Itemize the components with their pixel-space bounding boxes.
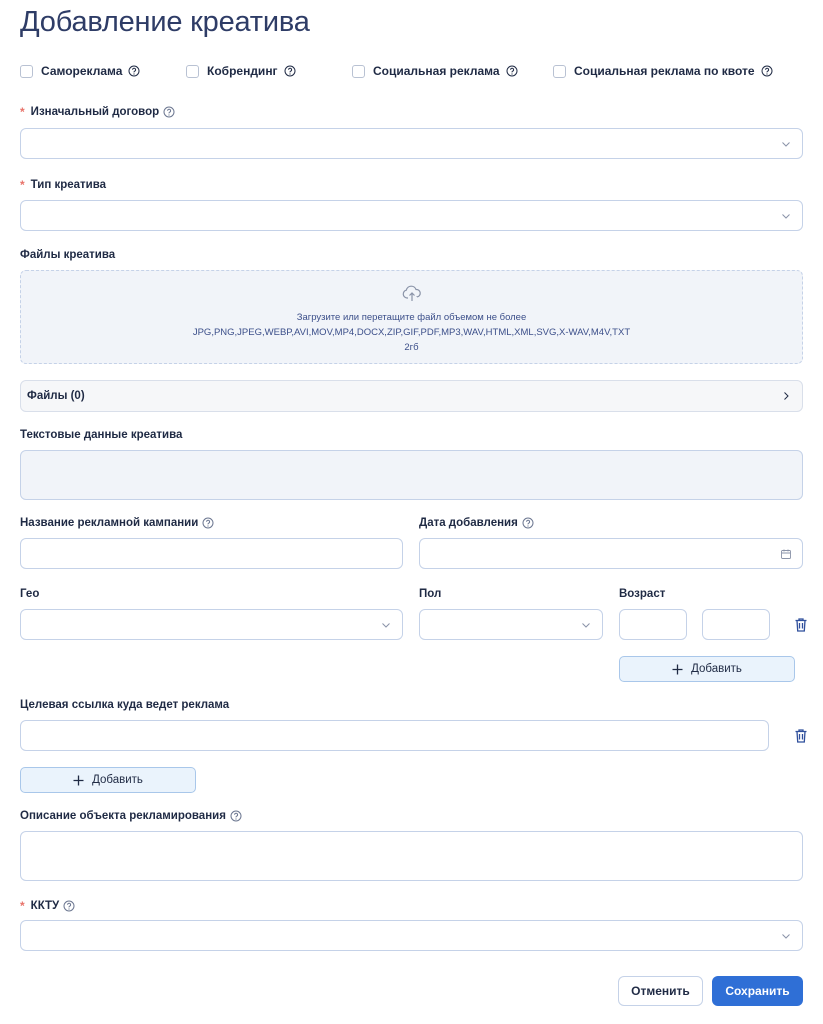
- upload-size-limit: 2гб: [404, 342, 419, 353]
- checkbox-self-ad[interactable]: Самореклама: [20, 64, 140, 78]
- text-data-textarea[interactable]: [20, 450, 803, 500]
- chevron-down-icon: [582, 622, 590, 628]
- checkbox-box[interactable]: [186, 64, 199, 78]
- gender-select[interactable]: [419, 609, 603, 640]
- checkbox-label: Социальная реклама: [373, 64, 500, 78]
- kktu-label: * ККТУ: [20, 899, 75, 913]
- contract-label-text: Изначальный договор: [30, 106, 160, 118]
- checkbox-box[interactable]: [20, 64, 33, 78]
- contract-select[interactable]: [20, 128, 803, 159]
- plus-icon: [672, 664, 683, 674]
- help-icon[interactable]: [128, 65, 140, 77]
- creative-type-label-text: Тип креатива: [30, 179, 107, 191]
- trash-icon[interactable]: [794, 617, 808, 633]
- date-added-picker[interactable]: [419, 538, 803, 569]
- campaign-name-label-text: Название рекламной кампании: [20, 517, 199, 529]
- add-targeting-button[interactable]: Добавить: [619, 656, 795, 682]
- target-link-input[interactable]: [20, 720, 769, 751]
- description-textarea[interactable]: [20, 831, 803, 881]
- checkbox-label: Кобрендинг: [207, 64, 278, 78]
- files-list-toggle[interactable]: Файлы (0): [20, 380, 803, 412]
- kktu-select[interactable]: [20, 920, 803, 951]
- checkbox-box[interactable]: [553, 64, 566, 78]
- chevron-right-icon: [784, 392, 789, 400]
- checkbox-label: Социальная реклама по квоте: [574, 64, 755, 78]
- geo-label: Гео: [20, 588, 40, 600]
- chevron-down-icon: [782, 141, 790, 147]
- age-from-input[interactable]: [619, 609, 687, 640]
- description-label: Описание объекта рекламирования: [20, 810, 242, 822]
- checkbox-box[interactable]: [352, 64, 365, 78]
- creative-type-label: * Тип креатива: [20, 178, 106, 192]
- date-added-label-text: Дата добавления: [419, 517, 518, 529]
- upload-cloud-icon: [402, 285, 421, 301]
- chevron-down-icon: [782, 933, 790, 939]
- add-button-label: Добавить: [92, 774, 143, 786]
- files-list-label: Файлы (0): [27, 390, 85, 402]
- required-mark: *: [20, 899, 25, 913]
- text-data-label: Текстовые данные креатива: [20, 429, 183, 441]
- help-icon[interactable]: [284, 65, 296, 77]
- required-mark: *: [20, 105, 25, 119]
- plus-icon: [73, 775, 84, 785]
- add-button-label: Добавить: [691, 663, 742, 675]
- checkbox-social-ad[interactable]: Социальная реклама: [352, 64, 518, 78]
- chevron-down-icon: [782, 213, 790, 219]
- checkbox-row: Самореклама Кобрендинг Социальная реклам…: [20, 64, 810, 82]
- help-icon[interactable]: [163, 106, 175, 118]
- gender-label: Пол: [419, 588, 442, 600]
- kktu-label-text: ККТУ: [30, 900, 60, 912]
- checkbox-social-ad-quota[interactable]: Социальная реклама по квоте: [553, 64, 773, 78]
- contract-label: * Изначальный договор: [20, 105, 175, 119]
- help-icon[interactable]: [202, 517, 214, 529]
- cancel-button[interactable]: Отменить: [618, 976, 703, 1006]
- help-icon[interactable]: [63, 900, 75, 912]
- creative-type-select[interactable]: [20, 200, 803, 231]
- campaign-name-input[interactable]: [20, 538, 403, 569]
- help-icon[interactable]: [506, 65, 518, 77]
- help-icon[interactable]: [522, 517, 534, 529]
- upload-formats: JPG,PNG,JPEG,WEBP,AVI,MOV,MP4,DOCX,ZIP,G…: [192, 327, 631, 338]
- calendar-icon: [781, 549, 791, 559]
- checkbox-cobranding[interactable]: Кобрендинг: [186, 64, 296, 78]
- age-to-input[interactable]: [702, 609, 770, 640]
- geo-select[interactable]: [20, 609, 403, 640]
- target-link-label: Целевая ссылка куда ведет реклама: [20, 699, 230, 711]
- checkbox-label: Самореклама: [41, 64, 123, 78]
- help-icon[interactable]: [230, 810, 242, 822]
- campaign-name-label: Название рекламной кампании: [20, 517, 214, 529]
- age-label: Возраст: [619, 588, 666, 600]
- help-icon[interactable]: [761, 65, 773, 77]
- save-button[interactable]: Сохранить: [712, 976, 803, 1006]
- trash-icon[interactable]: [794, 728, 808, 744]
- chevron-down-icon: [382, 622, 390, 628]
- add-link-button[interactable]: Добавить: [20, 767, 196, 793]
- date-added-label: Дата добавления: [419, 517, 534, 529]
- upload-hint: Загрузите или перетащите файл объемом не…: [296, 312, 527, 323]
- creative-files-label: Файлы креатива: [20, 249, 116, 261]
- description-label-text: Описание объекта рекламирования: [20, 810, 226, 822]
- required-mark: *: [20, 178, 25, 192]
- file-upload-dropzone[interactable]: Загрузите или перетащите файл объемом не…: [20, 270, 803, 364]
- page-title: Добавление креатива: [20, 6, 310, 38]
